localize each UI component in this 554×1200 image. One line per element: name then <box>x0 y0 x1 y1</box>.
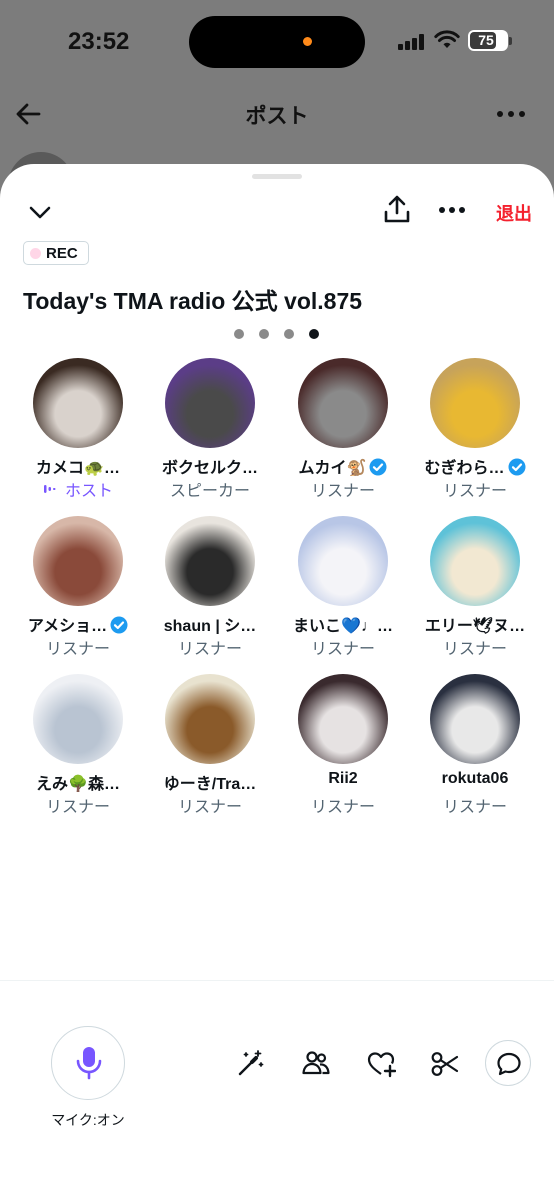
participant-avatar[interactable] <box>298 516 388 606</box>
page-dot <box>234 329 244 339</box>
page-dot <box>309 329 319 339</box>
cellular-signal-icon <box>398 34 424 50</box>
participant-name: アメショ… <box>11 612 145 634</box>
recording-badge: REC <box>23 241 89 265</box>
space-title: Today's TMA radio 公式 vol.875 <box>23 288 363 314</box>
status-time: 23:52 <box>68 28 130 55</box>
participant-role: ホスト <box>11 477 145 501</box>
participant-avatar[interactable] <box>165 516 255 606</box>
participant-card[interactable]: Rii2 リスナー <box>276 674 410 817</box>
sheet-grabber[interactable] <box>252 174 302 179</box>
participant-avatar[interactable] <box>33 516 123 606</box>
participant-avatar[interactable] <box>165 358 255 448</box>
participant-name: エリー🕊ヌ… <box>424 618 526 634</box>
participant-name: ボクセルク… <box>161 460 258 476</box>
mic-status-label: マイク:オン <box>51 1112 125 1128</box>
participant-name: rokuta06 <box>441 770 509 787</box>
battery-icon: 75 <box>468 30 508 51</box>
page-dot <box>259 329 269 339</box>
page-dot <box>284 329 294 339</box>
participant-card[interactable]: ボクセルク… スピーカー <box>143 358 277 501</box>
wifi-icon <box>434 30 460 48</box>
share-icon[interactable] <box>383 194 411 224</box>
participant-avatar[interactable] <box>430 358 520 448</box>
participant-name: Rii2 <box>328 770 358 787</box>
mic-button[interactable] <box>51 1026 125 1100</box>
verified-badge-icon <box>369 458 387 476</box>
participant-name: ゆーき/Tra… <box>163 776 257 792</box>
participant-avatar[interactable] <box>33 674 123 764</box>
rec-dot-icon <box>30 248 41 259</box>
chat-bubble-icon <box>497 1052 521 1076</box>
participant-role: スピーカー <box>169 483 250 500</box>
more-options-icon[interactable] <box>496 102 526 126</box>
participant-avatar[interactable] <box>165 674 255 764</box>
post-header: ポスト <box>0 84 554 144</box>
participant-card[interactable]: エリー🕊ヌ… リスナー <box>408 516 542 659</box>
participant-name: むぎわら… <box>408 454 542 476</box>
participant-name: shaun | シ… <box>163 618 257 634</box>
participant-role: リスナー <box>442 483 507 500</box>
participant-avatar[interactable] <box>298 674 388 764</box>
heart-plus-icon[interactable] <box>366 1049 396 1079</box>
status-bar: 23:52 75 <box>0 0 554 84</box>
participant-avatar[interactable] <box>298 358 388 448</box>
chevron-down-icon[interactable] <box>28 200 52 224</box>
participant-card[interactable]: むぎわら… リスナー <box>408 358 542 501</box>
participant-role: リスナー <box>45 799 110 816</box>
participant-role: リスナー <box>442 641 507 658</box>
participant-card[interactable]: rokuta06 リスナー <box>408 674 542 817</box>
participant-role: リスナー <box>310 641 375 658</box>
recording-indicator-icon <box>303 37 312 46</box>
participant-role: リスナー <box>442 799 507 816</box>
participant-card[interactable]: ムカイ🐒 リスナー <box>276 358 410 501</box>
participant-avatar[interactable] <box>430 674 520 764</box>
participant-card[interactable]: アメショ… リスナー <box>11 516 145 659</box>
scissors-clip-icon[interactable] <box>430 1050 460 1078</box>
people-icon[interactable] <box>301 1048 331 1078</box>
chat-button[interactable] <box>485 1040 531 1086</box>
divider <box>0 980 554 981</box>
leave-space-button[interactable]: 退出 <box>496 200 532 226</box>
participant-card[interactable]: カメコ🐢… ホスト <box>11 358 145 501</box>
participant-role: リスナー <box>310 483 375 500</box>
participant-name: ムカイ🐒 <box>276 454 410 476</box>
page-indicator[interactable] <box>234 329 334 339</box>
verified-badge-icon <box>508 458 525 476</box>
participant-card[interactable]: えみ🌳森… リスナー <box>11 674 145 817</box>
space-sheet: 退出 REC Today's TMA radio 公式 vol.875 カメコ🐢… <box>0 164 554 1200</box>
more-options-icon[interactable] <box>438 200 466 220</box>
page-title: ポスト <box>245 105 309 128</box>
participant-card[interactable]: shaun | シ… リスナー <box>143 516 277 659</box>
participant-avatar[interactable] <box>33 358 123 448</box>
participant-card[interactable]: まいこ💙♩… リスナー <box>276 516 410 659</box>
participant-card[interactable]: ゆーき/Tra… リスナー <box>143 674 277 817</box>
verified-badge-icon <box>110 616 128 634</box>
magic-wand-effects-icon[interactable] <box>237 1049 265 1077</box>
battery-level-text: 75 <box>478 32 494 48</box>
participant-role: リスナー <box>310 799 375 816</box>
microphone-icon <box>76 1047 102 1080</box>
participant-role: リスナー <box>45 641 110 658</box>
participant-role: リスナー <box>177 641 242 658</box>
dynamic-island <box>189 16 365 68</box>
participant-name: カメコ🐢… <box>36 460 120 476</box>
participant-name: まいこ💙♩… <box>293 618 393 634</box>
participant-role: リスナー <box>177 799 242 816</box>
audio-wave-icon <box>43 485 56 493</box>
participant-avatar[interactable] <box>430 516 520 606</box>
participant-name: えみ🌳森… <box>36 776 120 792</box>
